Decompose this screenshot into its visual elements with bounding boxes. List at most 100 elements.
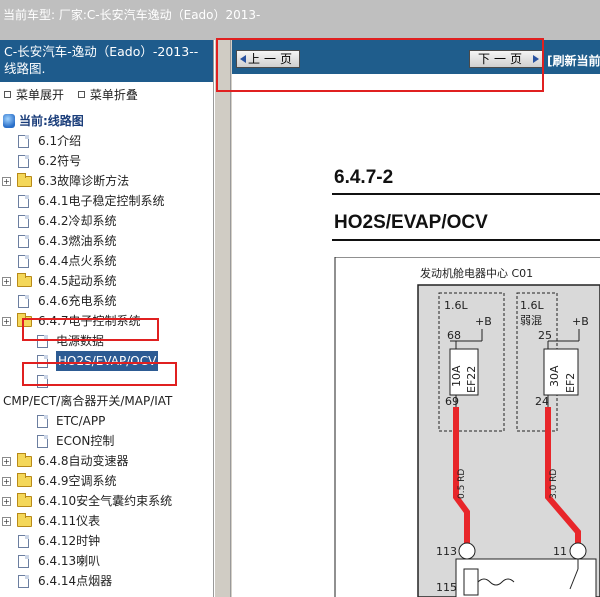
document-icon (18, 135, 29, 148)
pin-115: 115 (436, 581, 457, 594)
tree-item-label: 6.1介绍 (38, 134, 82, 148)
tree-item[interactable]: 6.4.2冷却系统 (0, 211, 213, 231)
fuse-ef22-rating: 10A (450, 365, 463, 387)
tree-root[interactable]: 当前:线路图 (0, 111, 213, 131)
tree-item[interactable]: 6.1介绍 (0, 131, 213, 151)
tree-item-label: 6.4.13喇叭 (38, 554, 101, 568)
document-icon (18, 155, 29, 168)
content-panel: 上一页 下一页 [刷新当前 6.4.7-2 HO2S/EVAP/OCV 发动机舱… (232, 40, 600, 597)
connector-113 (458, 542, 476, 560)
tree-item[interactable]: 6.4.12时钟 (0, 531, 213, 551)
wire-left-spec: 0.5 RD (457, 469, 467, 499)
expand-toggle-icon[interactable]: + (2, 277, 11, 286)
collapse-menu-button[interactable]: 菜单折叠 (90, 88, 138, 102)
expand-toggle-icon[interactable]: + (2, 517, 11, 526)
tree-item[interactable]: 6.4.1电子稳定控制系统 (0, 191, 213, 211)
left-variant-label: 1.6L (444, 299, 468, 312)
highlight-box-electronic-control (22, 318, 159, 341)
panel-splitter[interactable] (214, 40, 231, 597)
document-icon (18, 195, 29, 208)
divider (332, 239, 600, 241)
tree-item[interactable]: +6.4.5起动系统 (0, 271, 213, 291)
tree-item-label: 6.4.10安全气囊约束系统 (38, 494, 173, 508)
document-icon (37, 435, 48, 448)
tree-item-label: 6.4.14点烟器 (38, 574, 113, 588)
tree-item[interactable]: CMP/ECT/离合器开关/MAP/IAT (0, 391, 213, 411)
tree-item[interactable]: ETC/APP (0, 411, 213, 431)
tree-item-label: 6.4.4点火系统 (38, 254, 117, 268)
folder-icon (17, 273, 32, 287)
expand-toggle-icon[interactable]: + (2, 477, 11, 486)
expand-checkbox-icon (4, 91, 11, 98)
tree-item-label: 6.4.12时钟 (38, 534, 101, 548)
tree-item-label: 6.3故障诊断方法 (38, 174, 130, 188)
highlight-box-current-page (22, 362, 177, 386)
plus-b-left: +B (475, 315, 492, 328)
tree-item-label: 6.4.8自动变速器 (38, 454, 129, 468)
tree-item-label: 6.4.5起动系统 (38, 274, 117, 288)
tree-item-label: 6.4.9空调系统 (38, 474, 117, 488)
tree-item-label: CMP/ECT/离合器开关/MAP/IAT (3, 394, 173, 408)
right-variant-note: 弱混 (520, 314, 542, 327)
tree-item-label: 6.4.6充电系统 (38, 294, 117, 308)
expand-toggle-icon[interactable]: + (2, 457, 11, 466)
pin-24: 24 (535, 395, 549, 408)
title-bar: 当前车型: 厂家:C-长安汽车逸动（Eado）2013- (0, 0, 600, 40)
tree-item-label: 6.4.11仪表 (38, 514, 101, 528)
pin-68: 68 (447, 329, 461, 342)
tree-item[interactable]: 6.4.3燃油系统 (0, 231, 213, 251)
fuse-ef2-name: EF2 (564, 373, 577, 393)
expand-toggle-icon[interactable]: + (2, 177, 11, 186)
sidebar: C-长安汽车-逸动（Eado）-2013--线路图. 菜单展开 菜单折叠 当前:… (0, 40, 214, 597)
tree-item[interactable]: +6.3故障诊断方法 (0, 171, 213, 191)
tree-item-label: ETC/APP (56, 414, 106, 428)
tree-item-label: 6.4.1电子稳定控制系统 (38, 194, 165, 208)
vehicle-info: 当前车型: 厂家:C-长安汽车逸动（Eado）2013- (3, 8, 261, 22)
tree-item[interactable]: +6.4.9空调系统 (0, 471, 213, 491)
divider (332, 193, 600, 195)
tree-item[interactable]: 6.2符号 (0, 151, 213, 171)
page-title: HO2S/EVAP/OCV (334, 212, 488, 233)
tree-item[interactable]: +6.4.11仪表 (0, 511, 213, 531)
tree-item[interactable]: 6.4.13喇叭 (0, 551, 213, 571)
tree-item[interactable]: +6.4.10安全气囊约束系统 (0, 491, 213, 511)
document-icon (37, 415, 48, 428)
collapse-checkbox-icon (77, 91, 85, 98)
expand-menu-button[interactable]: 菜单展开 (16, 88, 64, 102)
tree-item-label: 6.2符号 (38, 154, 82, 168)
splitter-bar[interactable] (215, 40, 230, 597)
relay-coil (463, 568, 479, 596)
tree-actions: 菜单展开 菜单折叠 (0, 82, 213, 104)
relay-center-label: 发动机舱电器中心 C01 (420, 266, 533, 280)
nav-tree: 当前:线路图 6.1介绍 6.2符号 +6.3故障诊断方法 6.4.1电子稳定控制系统… (0, 111, 213, 591)
tree-item[interactable]: +6.4.8自动变速器 (0, 451, 213, 471)
plus-b-right: +B (572, 315, 589, 328)
folder-icon (17, 473, 32, 487)
expand-toggle-icon[interactable]: + (2, 497, 11, 506)
document-icon (18, 215, 29, 228)
document-icon (18, 255, 29, 268)
tree-item-label: 6.4.3燃油系统 (38, 234, 117, 248)
pin-11: 11 (553, 545, 567, 558)
folder-icon (17, 173, 32, 187)
tree-item[interactable]: 6.4.14点烟器 (0, 571, 213, 591)
tree-item[interactable]: ECON控制 (0, 431, 213, 451)
document-icon (18, 235, 29, 248)
document-icon (18, 295, 29, 308)
folder-icon (17, 453, 32, 467)
root-node-icon (3, 114, 15, 128)
tree-item[interactable]: 6.4.4点火系统 (0, 251, 213, 271)
document-icon (18, 535, 29, 548)
tree-item[interactable]: 6.4.6充电系统 (0, 291, 213, 311)
document-icon (18, 575, 29, 588)
folder-icon (17, 513, 32, 527)
refresh-link[interactable]: [刷新当前 (547, 52, 600, 69)
folder-icon (17, 493, 32, 507)
sidebar-title: C-长安汽车-逸动（Eado）-2013--线路图. (0, 40, 213, 82)
pin-69: 69 (445, 395, 459, 408)
tree-item-label: 6.4.2冷却系统 (38, 214, 117, 228)
page-code: 6.4.7-2 (334, 167, 394, 188)
highlight-box-nav-buttons (216, 38, 544, 92)
wiring-diagram: 发动机舱电器中心 C01 1.6L 1.6L 弱混 +B +B 68 25 10… (334, 257, 600, 597)
expand-toggle-icon[interactable]: + (2, 317, 11, 326)
